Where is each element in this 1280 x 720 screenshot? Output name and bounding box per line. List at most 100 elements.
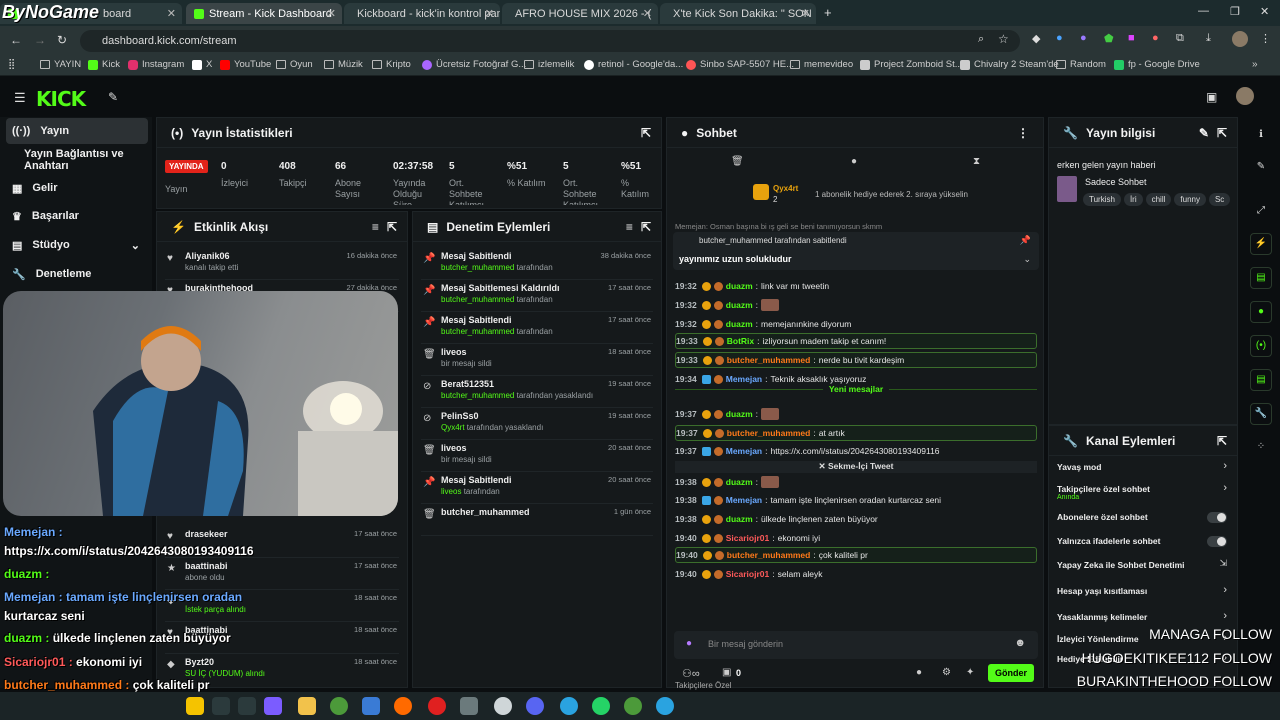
menu-icon[interactable]: ⋮: [1017, 126, 1029, 140]
tab-x[interactable]: X'te Kick Son Dakika: " SON ✕: [660, 3, 816, 24]
close-icon[interactable]: ✕: [643, 7, 652, 20]
tab-kickboard[interactable]: Kickboard - kick'in kontrol pan ✕: [344, 3, 500, 24]
channel-action[interactable]: Yavaş mod ›: [1049, 460, 1239, 480]
extension-icon[interactable]: ●: [1152, 32, 1159, 44]
extension-icon[interactable]: ◆: [1032, 32, 1040, 45]
wrench-icon[interactable]: 🔧: [1250, 403, 1272, 425]
bookmark-item[interactable]: Kick: [88, 59, 120, 70]
profile-avatar[interactable]: [1232, 31, 1248, 47]
pin-icon[interactable]: ✎: [108, 90, 118, 104]
menu-icon[interactable]: ⋮: [1260, 32, 1271, 45]
info-icon[interactable]: ℹ: [1250, 125, 1272, 147]
chat-username[interactable]: duazm: [726, 300, 753, 310]
chrome-icon[interactable]: [624, 697, 642, 715]
channel-action[interactable]: Hesap yaşı kısıtlaması ›: [1049, 584, 1239, 604]
telegram-icon[interactable]: [560, 697, 578, 715]
popout-icon[interactable]: ⇱: [387, 220, 397, 234]
people-icon[interactable]: ⚇∞: [682, 667, 700, 680]
forward-icon[interactable]: →: [34, 33, 46, 47]
chat-message[interactable]: 19:40 Sicariojr01: ekonomi iyi: [675, 530, 1037, 546]
toggle-switch[interactable]: [1207, 512, 1227, 523]
kick-logo[interactable]: KICK: [36, 87, 86, 111]
folder-icon[interactable]: [298, 697, 316, 715]
channel-action[interactable]: Yapay Zeka ile Sohbet Denetimi ⇲: [1049, 558, 1239, 578]
bookmark-item[interactable]: izlemelik: [524, 59, 574, 70]
chat-message[interactable]: 19:33 BotRix: izliyorsun madem takip et ca…: [675, 333, 1037, 349]
extension-icon[interactable]: ⬟: [1104, 32, 1114, 45]
minimize-button[interactable]: —: [1198, 5, 1209, 17]
opera-icon[interactable]: [428, 697, 446, 715]
download-icon[interactable]: ⤓: [1206, 32, 1211, 45]
back-icon[interactable]: ←: [10, 33, 22, 47]
chat-username[interactable]: butcher_muhammed: [727, 550, 811, 560]
chat-message[interactable]: 19:37 butcher_muhammed: at artık: [675, 425, 1037, 441]
bookmark-item[interactable]: YAYIN: [40, 59, 81, 70]
bookmark-item[interactable]: YouTube: [220, 59, 271, 70]
chat-username[interactable]: duazm: [726, 281, 753, 291]
send-button[interactable]: Gönder: [988, 664, 1034, 682]
sidebar-item-stream-key[interactable]: Yayın Bağlantısı ve Anahtarı: [6, 147, 148, 173]
chat-username[interactable]: Sicariojr01: [726, 569, 769, 579]
chat-bubble-icon[interactable]: ●: [916, 667, 922, 678]
app-icon[interactable]: [362, 697, 380, 715]
creator-icon[interactable]: ▣: [1206, 90, 1217, 104]
bookmark-item[interactable]: Kripto: [372, 59, 411, 70]
bookmark-item[interactable]: Müzik: [324, 59, 363, 70]
chat-username[interactable]: Memejan: [726, 446, 762, 456]
channel-action[interactable]: Abonelere özel sohbet: [1049, 510, 1239, 530]
close-icon[interactable]: ✕: [801, 7, 810, 20]
chat-bubble-icon[interactable]: ●: [851, 156, 857, 167]
chat-message[interactable]: 19:37 Memejan: https://x.com/i/status/2042…: [675, 443, 1037, 459]
chat-username[interactable]: duazm: [726, 477, 753, 487]
filter-icon[interactable]: ≡: [372, 220, 379, 234]
channel-action[interactable]: Yalnızca ifadelerle sohbet: [1049, 534, 1239, 554]
bookmark-item[interactable]: memevideo: [790, 59, 853, 70]
close-icon[interactable]: ✕: [485, 7, 494, 20]
app-icon[interactable]: [264, 697, 282, 715]
sparkle-icon[interactable]: ✦: [966, 667, 974, 678]
filter-icon[interactable]: ≡: [626, 220, 633, 234]
chrome-icon[interactable]: [330, 697, 348, 715]
chat-username[interactable]: Memejan: [726, 495, 762, 505]
extension-icon[interactable]: ●: [1056, 32, 1063, 44]
search-icon[interactable]: ⌕: [978, 33, 984, 46]
extension-icon[interactable]: ■: [1128, 32, 1135, 44]
app-icon[interactable]: [460, 697, 478, 715]
task-view-icon[interactable]: [238, 697, 256, 715]
pin-icon[interactable]: 📌: [1020, 235, 1031, 246]
edit-icon[interactable]: ✎: [1199, 126, 1209, 140]
chat-message[interactable]: 19:32 duazm:: [675, 297, 1037, 313]
bookmark-item[interactable]: Sinbo SAP-5507 HE...: [686, 59, 794, 70]
chat-message[interactable]: 19:40 Sicariojr01: selam aleyk: [675, 566, 1037, 582]
sidebar-item-yayin[interactable]: ((·)) Yayın: [6, 118, 148, 144]
toggle-switch[interactable]: [1207, 536, 1227, 547]
more-bookmarks-icon[interactable]: »: [1252, 59, 1258, 70]
list-icon[interactable]: ▤: [1250, 369, 1272, 391]
new-tab-button[interactable]: +: [824, 5, 832, 20]
bookmark-item[interactable]: retinol - Google'da...: [584, 59, 683, 70]
reload-icon[interactable]: ↻: [57, 33, 67, 47]
chat-username[interactable]: duazm: [726, 319, 753, 329]
chat-username[interactable]: Memejan: [726, 374, 762, 384]
telegram-icon[interactable]: [656, 697, 674, 715]
maximize-button[interactable]: ❐: [1230, 5, 1240, 18]
star-icon[interactable]: ☆: [998, 32, 1009, 46]
gear-icon[interactable]: ⚙: [942, 667, 951, 678]
sidebar-item-studyo[interactable]: ▤ Stüdyo ⌄: [6, 232, 148, 258]
tab-kick-dashboard[interactable]: Stream - Kick Dashboard ✕: [186, 3, 342, 24]
tweet-embed-label[interactable]: ✕ Sekme-İçi Tweet: [675, 461, 1037, 473]
chat-username[interactable]: Sicariojr01: [726, 533, 769, 543]
chat-message[interactable]: 19:38 duazm: ülkede linçlenen zaten büyüyo…: [675, 511, 1037, 527]
channel-action[interactable]: Takipçilere özel sohbet Anında ›: [1049, 482, 1239, 502]
chat-username[interactable]: duazm: [726, 409, 753, 419]
trash-icon[interactable]: 🗑: [731, 156, 744, 167]
url-input[interactable]: dashboard.kick.com/stream: [80, 30, 1020, 52]
chevron-down-icon[interactable]: ⌄: [1023, 254, 1031, 265]
tab-youtube[interactable]: AFRO HOUSE MIX 2026 - ( ✕: [502, 3, 658, 24]
apps-icon[interactable]: ⣿: [8, 59, 15, 70]
puzzle-icon[interactable]: ⧉: [1176, 32, 1184, 45]
sidebar-item-gelir[interactable]: ▦ Gelir: [6, 175, 148, 201]
bookmark-item[interactable]: fp - Google Drive: [1114, 59, 1200, 70]
hamburger-icon[interactable]: ☰: [14, 90, 26, 106]
chat-icon[interactable]: ●: [1250, 301, 1272, 323]
